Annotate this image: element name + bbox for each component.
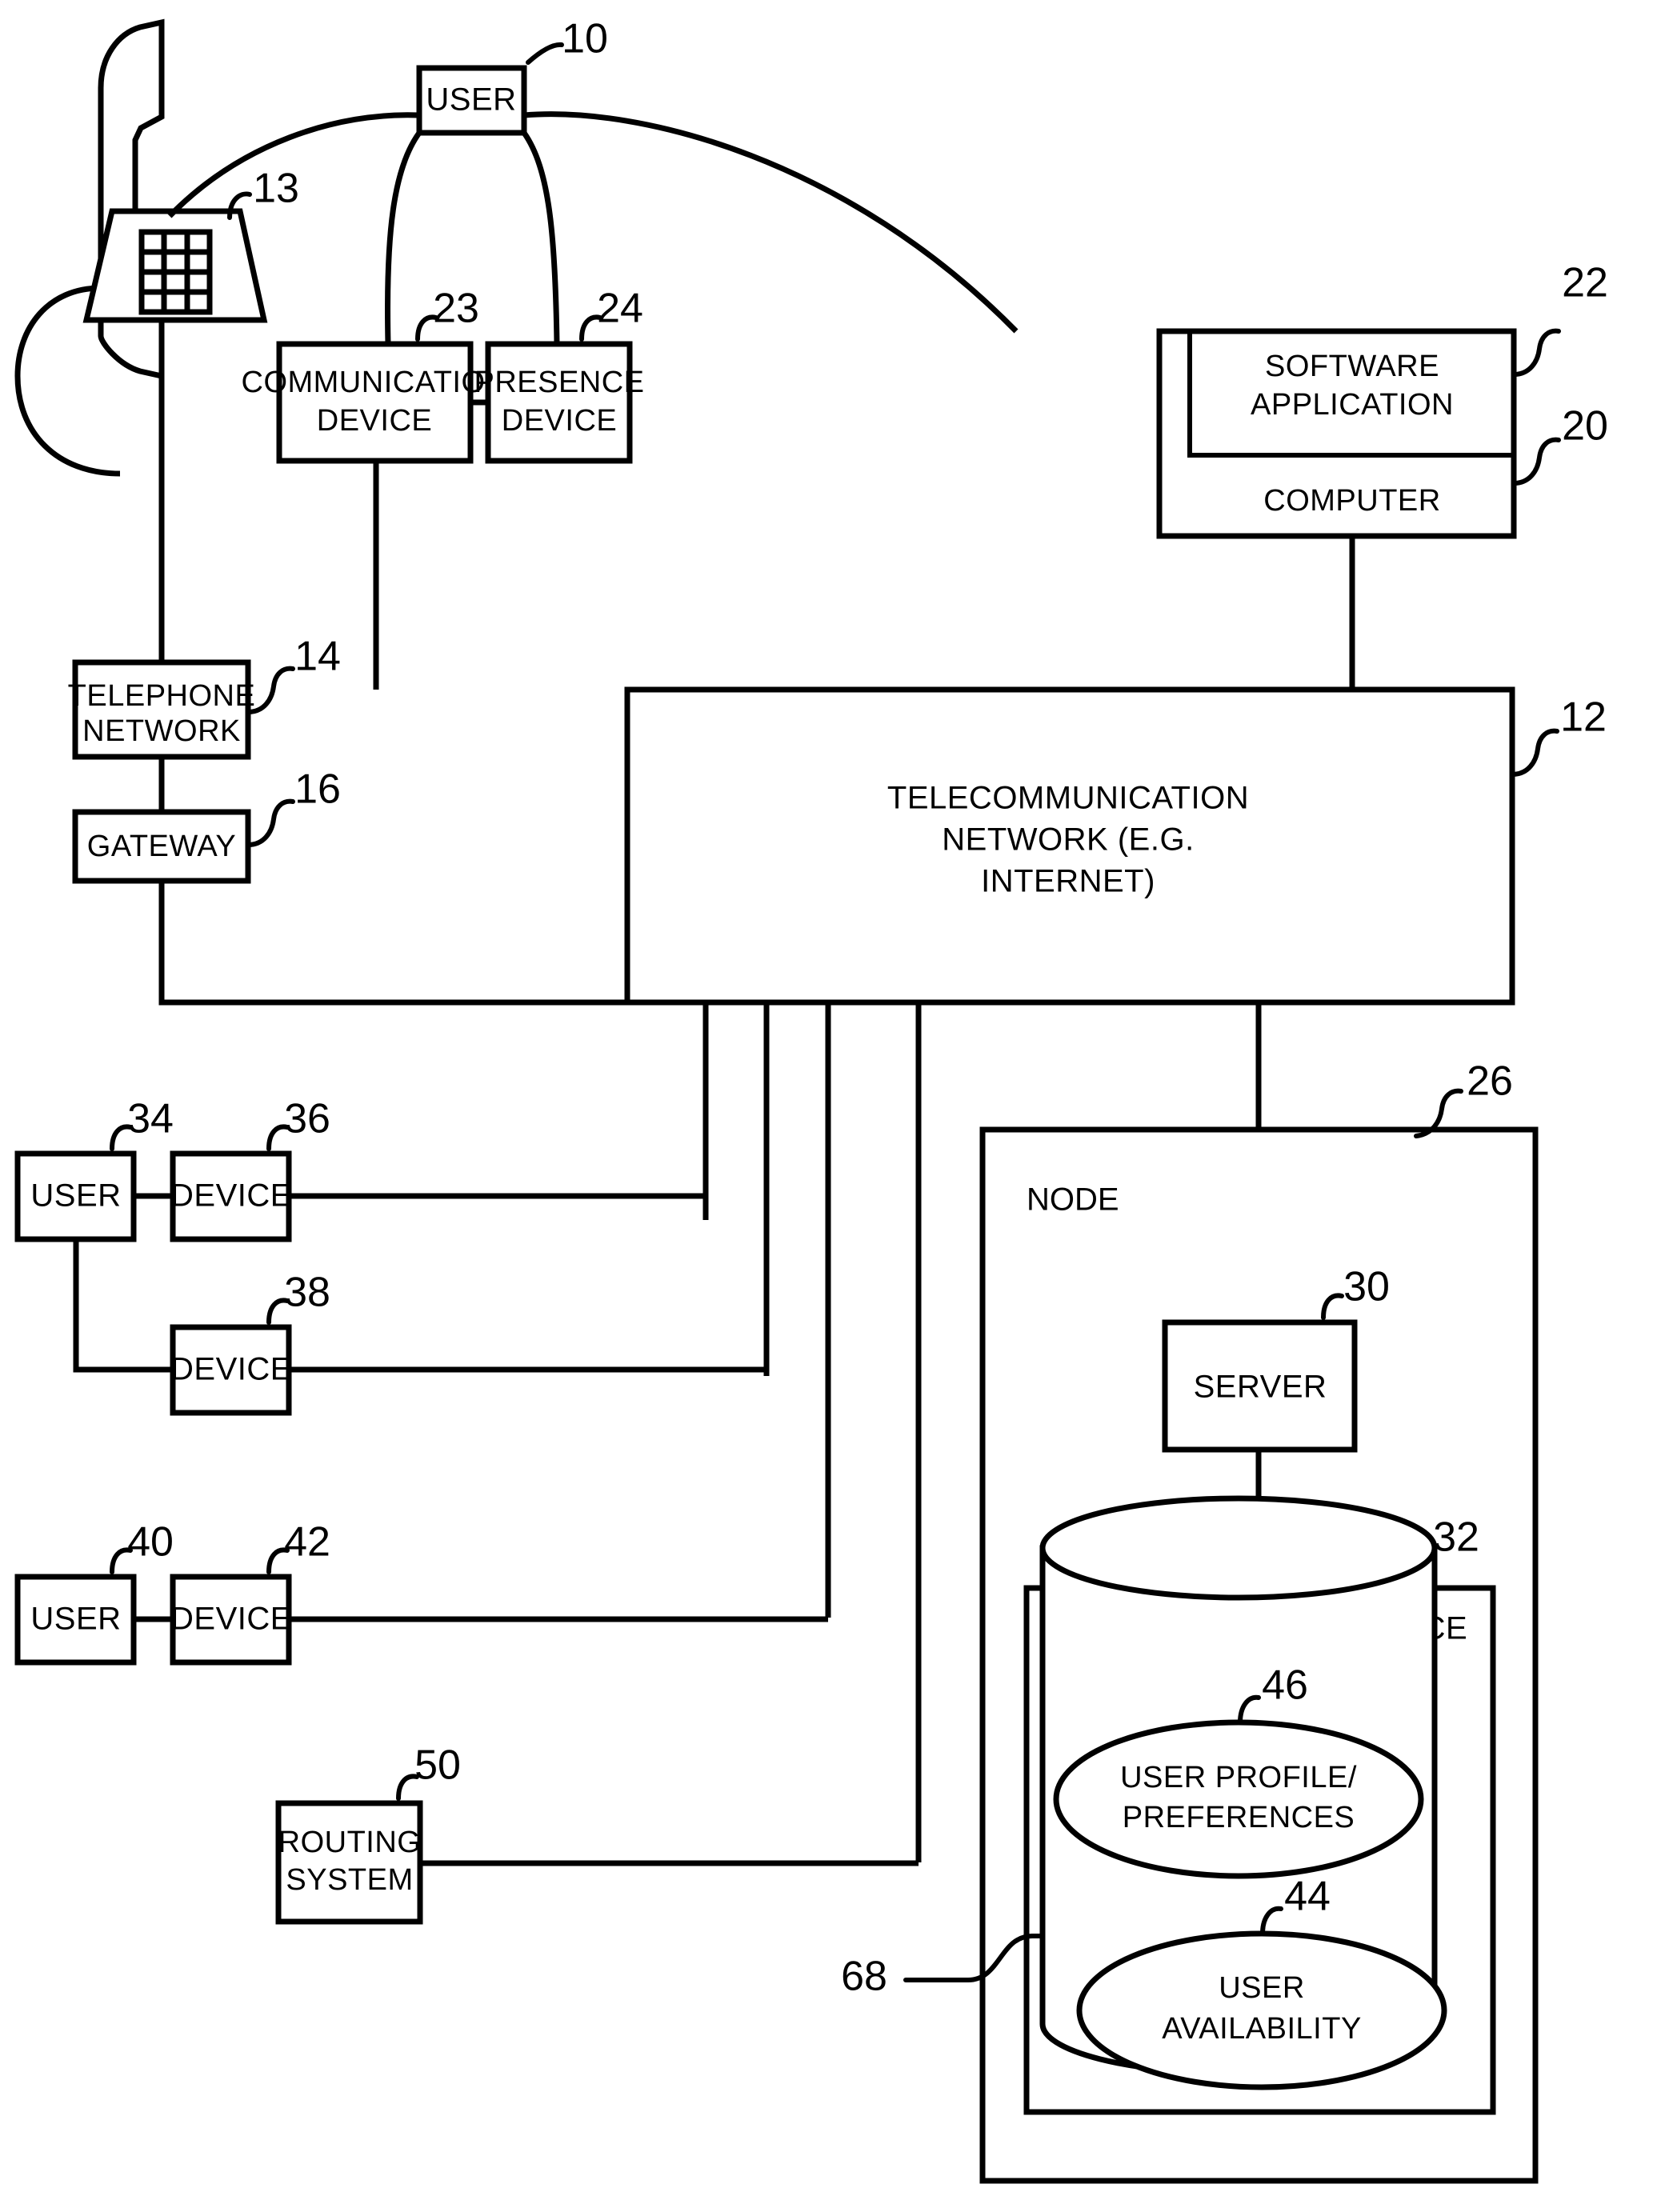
ref-number-30: 30 (1343, 1264, 1390, 1310)
ref-number-32: 32 (1433, 1514, 1479, 1561)
ref-number-40: 40 (127, 1519, 174, 1566)
routing-system-label-line2: SYSTEM (286, 1863, 413, 1897)
device-36-label: DEVICE (170, 1178, 292, 1214)
diagram-canvas: 13 USER 10 COMMUNICATION DEVICE 23 PRESE… (14, 16, 1608, 2184)
link-user10-communication-device (384, 130, 422, 345)
user-profile-label-line2: PREFERENCES (1123, 1801, 1355, 1834)
leader-16 (246, 798, 295, 847)
device-38-label: DEVICE (170, 1352, 292, 1387)
telecom-network-label-line3: INTERNET) (981, 864, 1155, 899)
leader-20 (1511, 437, 1561, 486)
ref-number-23: 23 (433, 286, 479, 332)
ref-number-22: 22 (1562, 260, 1608, 306)
user-availability-ellipse-44[interactable] (1076, 1930, 1447, 2090)
link-user10-presence-device (522, 130, 560, 345)
communication-device-label-line1: COMMUNICATION (242, 366, 508, 399)
computer-label: COMPUTER (1263, 484, 1440, 518)
user-profile-label-line1: USER PROFILE/ (1120, 1761, 1357, 1794)
routing-system-label-line1: ROUTING (278, 1826, 422, 1859)
telecom-network-label-line2: NETWORK (E.G. (942, 822, 1194, 858)
user-availability-label-line1: USER (1219, 1971, 1305, 2005)
server-label: SERVER (1194, 1370, 1327, 1405)
presence-device-box-24[interactable] (485, 341, 633, 464)
user-34-label: USER (30, 1178, 121, 1214)
user-40-label: USER (30, 1602, 121, 1637)
ref-number-38: 38 (284, 1270, 330, 1316)
telephone-handset-icon (98, 18, 165, 380)
ref-number-20: 20 (1562, 403, 1608, 450)
ref-number-16: 16 (294, 766, 341, 813)
gateway-label: GATEWAY (87, 830, 236, 863)
ref-number-10: 10 (562, 16, 608, 62)
telephone-base-13 (82, 208, 268, 323)
ref-number-50: 50 (414, 1742, 461, 1789)
presence-device-label-line2: DEVICE (502, 404, 617, 438)
presence-device-label-line1: PRESENCE (474, 366, 644, 399)
user-box-10-label: USER (426, 82, 516, 118)
ref-number-68: 68 (841, 1954, 887, 2000)
telecom-network-label-line1: TELECOMMUNICATION (887, 781, 1249, 816)
ref-number-46: 46 (1262, 1662, 1308, 1709)
leader-22 (1511, 328, 1561, 377)
ref-number-26: 26 (1467, 1058, 1513, 1105)
patent-figure: 13 USER 10 COMMUNICATION DEVICE 23 PRESE… (0, 0, 1653, 2212)
ref-number-36: 36 (284, 1096, 330, 1142)
user-profile-preferences-ellipse-46[interactable] (1053, 1719, 1424, 1879)
node-label: NODE (1027, 1182, 1119, 1218)
device-42-label: DEVICE (170, 1602, 292, 1637)
software-application-label-line1: SOFTWARE (1265, 350, 1439, 383)
software-application-label-line2: APPLICATION (1251, 388, 1454, 422)
ref-number-24: 24 (597, 286, 643, 332)
link-gateway-telecom (158, 881, 627, 1006)
routing-system-box-50[interactable] (275, 1800, 423, 1925)
leader-12 (1510, 728, 1559, 777)
ref-number-12: 12 (1560, 694, 1607, 741)
ref-number-13: 13 (253, 166, 299, 212)
telephone-network-label-line1: TELEPHONE (68, 679, 256, 713)
user-availability-label-line2: AVAILABILITY (1162, 2012, 1362, 2046)
ref-number-42: 42 (284, 1519, 330, 1566)
ref-number-34: 34 (127, 1096, 174, 1142)
communication-device-label-line2: DEVICE (317, 404, 432, 438)
leader-10 (526, 42, 564, 65)
ref-number-44: 44 (1284, 1874, 1331, 1920)
telephone-network-label-line2: NETWORK (82, 714, 241, 748)
link-user34-device38 (73, 1239, 173, 1373)
ref-number-14: 14 (294, 634, 341, 680)
communication-device-box-23[interactable] (276, 341, 474, 464)
